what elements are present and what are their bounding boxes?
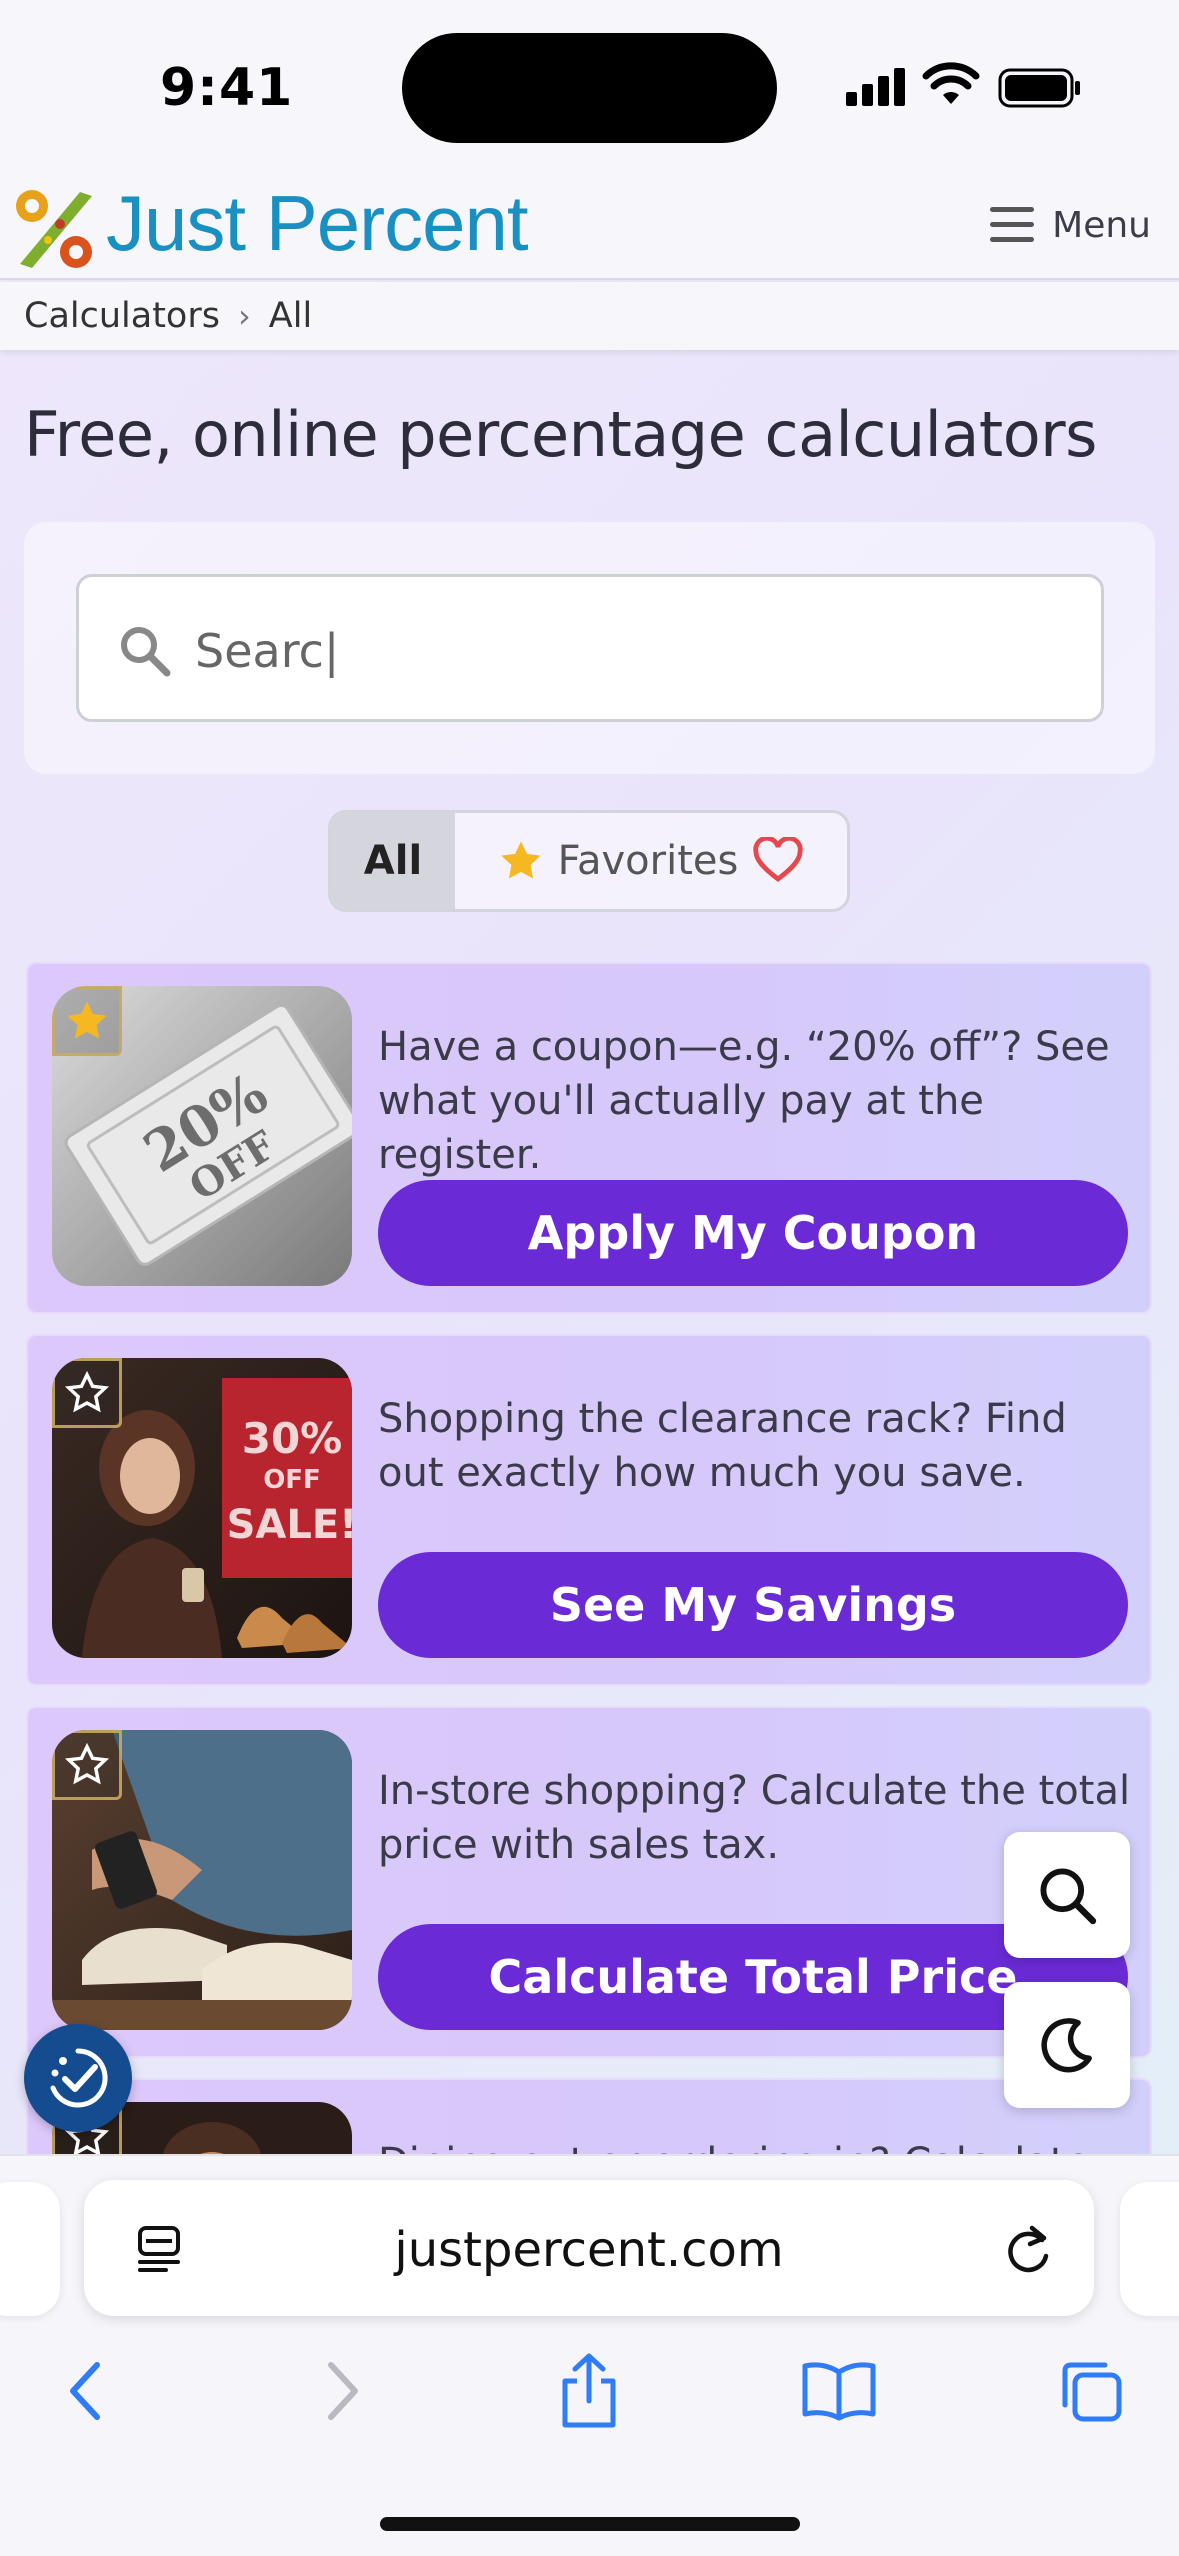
battery-icon (998, 68, 1080, 108)
dynamic-island (402, 33, 777, 143)
tabs-icon (1062, 2362, 1122, 2422)
browser-nav-row (0, 2346, 1179, 2456)
share-button[interactable] (544, 2346, 634, 2436)
svg-text:OFF: OFF (263, 1465, 321, 1495)
search-icon (1040, 1868, 1097, 1925)
floating-search-button[interactable] (1004, 1832, 1130, 1958)
breadcrumb-item-all: All (268, 296, 313, 336)
menu-label: Menu (1052, 204, 1151, 246)
search-icon (121, 627, 171, 677)
favorite-toggle[interactable] (52, 986, 122, 1056)
favorite-toggle[interactable] (52, 1730, 122, 1800)
dark-mode-toggle[interactable] (1004, 1982, 1130, 2108)
favorites-label: Favorites (557, 838, 739, 884)
bookmarks-button[interactable] (794, 2346, 884, 2436)
card-description: Shopping the clearance rack? Find out ex… (378, 1396, 1067, 1496)
site-header: Just Percent Menu (0, 170, 1179, 280)
book-icon (802, 2362, 876, 2421)
filter-all-button[interactable]: All (331, 813, 455, 909)
cellular-signal-icon (846, 66, 906, 106)
browser-toolbar: justpercent.com (0, 2154, 1179, 2556)
filter-favorites-button[interactable]: Favorites (455, 813, 847, 909)
site-logo-text[interactable]: Just Percent (106, 178, 529, 269)
page-title: Free, online percentage calculators (24, 398, 1097, 471)
reload-icon[interactable] (1002, 2222, 1054, 2276)
sale-image: 30% OFF SALE! (52, 1358, 352, 1658)
percent-logo-icon[interactable] (10, 184, 100, 274)
menu-button[interactable]: Menu (990, 200, 1151, 250)
tabs-button[interactable] (1046, 2346, 1136, 2436)
star-outline-icon (64, 1370, 110, 1413)
search-input[interactable] (195, 613, 1075, 689)
status-bar: 9:41 (0, 0, 1179, 170)
breadcrumb: Calculators › All (0, 282, 1179, 350)
coupon-image: 20% OFF (52, 986, 352, 1286)
breadcrumb-item-calculators[interactable]: Calculators (24, 296, 220, 336)
wifi-icon (922, 62, 980, 104)
calculator-card-sales-tax: In-store shopping? Calculate the total p… (26, 1706, 1152, 2058)
address-bar[interactable]: justpercent.com (84, 2180, 1094, 2316)
favorite-toggle[interactable] (52, 1358, 122, 1428)
url-text: justpercent.com (394, 2222, 784, 2278)
previous-tab-preview[interactable] (0, 2182, 60, 2316)
star-filled-icon (67, 1001, 107, 1039)
forward-button[interactable] (296, 2346, 386, 2436)
home-indicator (380, 2517, 800, 2531)
breadcrumb-separator: › (237, 297, 251, 335)
share-icon (562, 2353, 616, 2428)
star-outline-icon (64, 1742, 110, 1785)
accessibility-icon (50, 2048, 108, 2108)
calculator-card-clearance: 30% OFF SALE! Shopping the clearance rac… (26, 1334, 1152, 1686)
back-button[interactable] (42, 2346, 132, 2436)
search-panel (24, 522, 1155, 774)
filter-toggle: All Favorites (328, 810, 850, 912)
star-icon (501, 841, 541, 879)
moon-icon (1041, 2018, 1092, 2073)
hamburger-icon (990, 207, 1035, 243)
search-field[interactable] (76, 574, 1104, 722)
svg-text:SALE!: SALE! (227, 1502, 352, 1548)
card-description: Have a coupon—e.g. “20% off”? See what y… (378, 1024, 1110, 1178)
see-savings-button[interactable]: See My Savings (378, 1552, 1128, 1658)
svg-text:30%: 30% (242, 1414, 343, 1463)
chevron-right-icon (328, 2362, 358, 2420)
chevron-left-icon (70, 2362, 100, 2420)
apply-coupon-button[interactable]: Apply My Coupon (378, 1180, 1128, 1286)
calculator-card-coupon: 20% OFF Have a coupon—e.g. “20% off”? Se… (26, 962, 1152, 1314)
next-tab-preview[interactable] (1120, 2182, 1179, 2316)
accessibility-button[interactable] (24, 2024, 132, 2132)
shoe-shopper-image (52, 1730, 352, 2030)
heart-icon (753, 837, 804, 883)
status-time: 9:41 (160, 58, 294, 118)
